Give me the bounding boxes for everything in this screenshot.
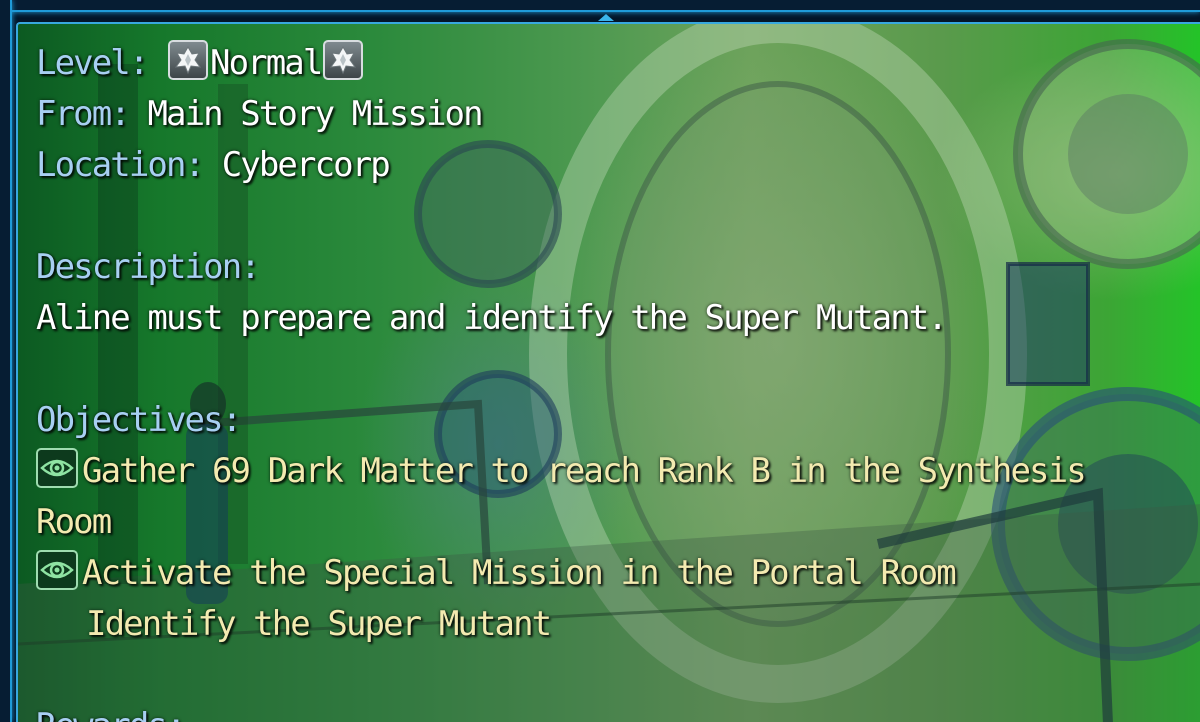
quest-details-window: Level: Normal From: Main Story Mission L… <box>0 0 1200 722</box>
level-value: Normal <box>210 43 323 83</box>
rewards-label: Rewards: <box>36 706 186 722</box>
objective-text: Identify the Super Mutant <box>86 604 552 644</box>
window-top-border <box>0 0 1200 12</box>
objectives-label: Objectives: <box>36 400 242 440</box>
location-row: Location: Cybercorp <box>36 140 1186 191</box>
scroll-up-indicator-icon[interactable] <box>598 14 614 21</box>
objective-item: Gather 69 Dark Matter to reach Rank B in… <box>36 446 1186 497</box>
objective-item: Identify the Super Mutant <box>36 599 1186 650</box>
eye-icon <box>36 448 78 488</box>
quest-info-panel: Level: Normal From: Main Story Mission L… <box>16 22 1200 722</box>
level-row: Level: Normal <box>36 38 1186 89</box>
objective-text-continuation: Room <box>36 502 112 542</box>
description-label: Description: <box>36 247 261 287</box>
objectives-heading: Objectives: <box>36 395 1186 446</box>
eye-icon <box>36 550 78 590</box>
level-label: Level: <box>36 43 149 83</box>
crystal-icon <box>323 40 364 80</box>
objective-item: Activate the Special Mission in the Port… <box>36 548 1186 599</box>
objective-text: Gather 69 Dark Matter to reach Rank B in… <box>82 451 1087 491</box>
from-value: Main Story Mission <box>147 94 483 134</box>
quest-text: Level: Normal From: Main Story Mission L… <box>36 38 1186 722</box>
location-value: Cybercorp <box>221 145 391 185</box>
objective-text: Activate the Special Mission in the Port… <box>82 553 957 593</box>
from-label: From: <box>36 94 131 134</box>
rewards-heading: Rewards: <box>36 701 1186 722</box>
crystal-icon <box>168 40 208 80</box>
location-label: Location: <box>36 145 205 185</box>
description-heading: Description: <box>36 242 1186 293</box>
window-left-border <box>0 0 12 722</box>
from-row: From: Main Story Mission <box>36 89 1186 140</box>
description-text: Aline must prepare and identify the Supe… <box>36 298 948 338</box>
